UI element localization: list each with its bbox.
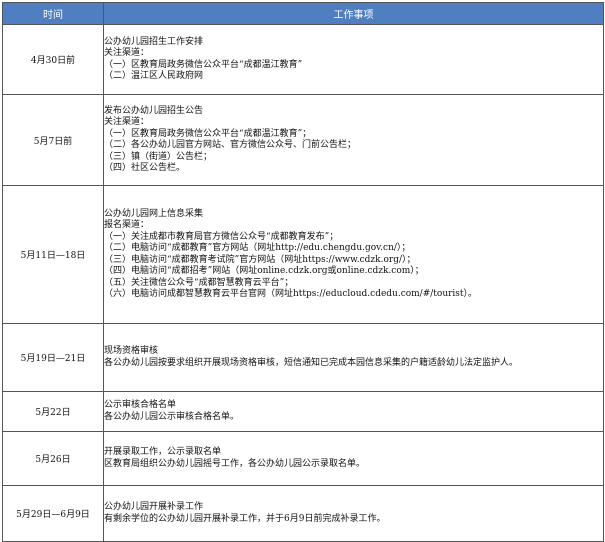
- row-line: （一）区教育局政务微信公众平台“成都温江教育”: [104, 59, 303, 70]
- row-date: 5月11日—18日: [2, 185, 104, 324]
- row-description: 公示审核合格名单 各公办幼儿园公示审核合格名单。: [103, 391, 604, 432]
- row-date: 5月19日—21日: [2, 323, 104, 392]
- header-time: 时间: [2, 2, 104, 25]
- table-row: 5月7日前 发布公办幼儿园招生公告 关注渠道： （一）区教育局政务微信公众平台“…: [2, 94, 604, 186]
- row-date: 5月29日—6月9日: [2, 485, 104, 542]
- row-date: 5月7日前: [2, 94, 104, 186]
- row-line: （四）电脑访问“成都招考”网站（网址online.cdzk.org或online…: [104, 266, 424, 276]
- row-description: 发布公办幼儿园招生公告 关注渠道： （一）区教育局政务微信公众平台“成都温江教育…: [103, 94, 604, 186]
- row-line: 有剩余学位的公办幼儿园开展补录工作，并于6月9日前完成补录工作。: [104, 513, 386, 524]
- row-line: 关注渠道：: [104, 117, 150, 127]
- row-description: 开展录取工作，公示录取名单 区教育局组织公办幼儿园摇号工作，各公办幼儿园公示录取…: [103, 431, 604, 486]
- row-line: （二）各公办幼儿园官方网站、官方微信公众号、门前公告栏；: [104, 140, 357, 150]
- row-line: 各公办幼儿园按要求组织开展现场资格审核，短信通知已完成本园信息采集的户籍适龄幼儿…: [104, 357, 519, 368]
- row-date: 5月22日: [2, 391, 104, 432]
- row-line: （三）电脑访问“成都教育考试院”官方网站（网址https://www.cdzk.…: [104, 254, 416, 265]
- schedule-table: 时间 工作事项 4月30日前 公办幼儿园招生工作安排 关注渠道： （一）区教育局…: [2, 2, 604, 542]
- row-date: 4月30日前: [2, 24, 104, 95]
- row-line: （三）镇（街道）公告栏；: [104, 151, 213, 162]
- row-description: 公办幼儿园网上信息采集 报名渠道： （一）关注成都市教育局官方微信公众号“成都教…: [103, 185, 604, 324]
- row-description: 公办幼儿园招生工作安排 关注渠道： （一）区教育局政务微信公众平台“成都温江教育…: [103, 24, 604, 95]
- row-line: 公示审核合格名单: [104, 400, 177, 410]
- row-line: （六）电脑访问成都智慧教育云平台官网（网址https://educloud.cd…: [104, 289, 478, 299]
- row-line: 现场资格审核: [104, 346, 159, 356]
- row-description: 现场资格审核 各公办幼儿园按要求组织开展现场资格审核，短信通知已完成本园信息采集…: [103, 323, 604, 392]
- table-row: 5月26日 开展录取工作，公示录取名单 区教育局组织公办幼儿园摇号工作，各公办幼…: [2, 431, 604, 486]
- row-line: 公办幼儿园开展补录工作: [104, 502, 204, 512]
- row-line: 公办幼儿园网上信息采集: [104, 208, 204, 219]
- row-line: （四）社区公告栏。: [104, 163, 186, 173]
- table-row: 5月19日—21日 现场资格审核 各公办幼儿园按要求组织开展现场资格审核，短信通…: [2, 323, 604, 392]
- row-line: 报名渠道：: [104, 220, 150, 230]
- row-line: （二）电脑访问“成都教育”官方网站（网址http://edu.chengdu.g…: [104, 243, 411, 253]
- row-date: 5月26日: [2, 431, 104, 486]
- row-line: 公办幼儿园招生工作安排: [104, 36, 204, 47]
- header-tasks: 工作事项: [103, 2, 604, 25]
- row-description: 公办幼儿园开展补录工作 有剩余学位的公办幼儿园开展补录工作，并于6月9日前完成补…: [103, 485, 604, 542]
- row-line: 各公办幼儿园公示审核合格名单。: [104, 411, 240, 422]
- row-line: 区教育局组织公办幼儿园摇号工作，各公办幼儿园公示录取名单。: [104, 458, 366, 469]
- table-row: 5月22日 公示审核合格名单 各公办幼儿园公示审核合格名单。: [2, 391, 604, 432]
- row-line: （五）关注微信公众号“成都智慧教育云平台”；: [104, 277, 294, 288]
- row-line: （二）温江区人民政府网: [104, 71, 204, 81]
- table-row: 4月30日前 公办幼儿园招生工作安排 关注渠道： （一）区教育局政务微信公众平台…: [2, 24, 604, 95]
- table-row: 5月29日—6月9日 公办幼儿园开展补录工作 有剩余学位的公办幼儿园开展补录工作…: [2, 485, 604, 542]
- table-row: 5月11日—18日 公办幼儿园网上信息采集 报名渠道： （一）关注成都市教育局官…: [2, 185, 604, 324]
- header-row: 时间 工作事项: [2, 2, 604, 25]
- row-line: 关注渠道：: [104, 48, 150, 58]
- row-line: （一）区教育局政务微信公众平台“成都温江教育”；: [104, 128, 312, 139]
- row-line: 发布公办幼儿园招生公告: [104, 105, 204, 116]
- row-line: （一）关注成都市教育局官方微信公众号“成都教育发布”；: [104, 231, 339, 242]
- row-line: 开展录取工作，公示录取名单: [104, 447, 222, 457]
